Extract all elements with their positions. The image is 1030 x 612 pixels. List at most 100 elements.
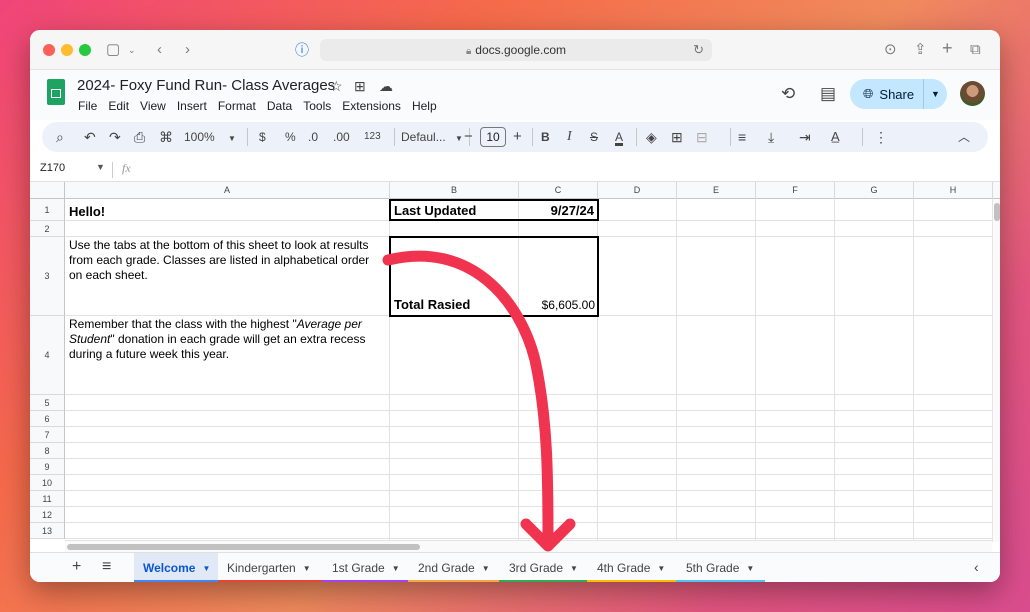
menu-edit[interactable]: Edit [108,99,129,113]
horizontal-scrollbar[interactable] [65,540,992,552]
version-history-icon[interactable]: ⟲ [781,84,795,104]
download-icon[interactable]: ⊙ [884,40,897,60]
menu-data[interactable]: Data [267,99,292,113]
increase-decimal-button[interactable]: .00 [333,122,350,152]
cell-a4-line1[interactable]: Remember that the class with the highest… [69,317,362,332]
share-page-icon[interactable]: ⇪ [914,40,927,60]
decrease-decimal-button[interactable]: .0 [308,122,318,152]
comments-icon[interactable]: ▤ [820,84,836,104]
move-folder-icon[interactable]: ⊞ [354,78,366,95]
zoom-select[interactable]: 100% ▼ [184,122,236,152]
column-header-b[interactable]: B [390,182,519,199]
share-button[interactable]: 🌐︎ Share ▼ [850,79,947,109]
row-header-13[interactable]: 13 [30,523,65,539]
column-header-e[interactable]: E [677,182,756,199]
paint-format-icon[interactable]: ⌘ [159,122,173,152]
tab-overview-icon[interactable]: ⧉ [970,40,981,60]
undo-icon[interactable]: ↶ [84,122,96,152]
forward-icon[interactable]: › [185,40,190,60]
all-sheets-icon[interactable]: ≡ [102,558,111,576]
add-sheet-icon[interactable]: + [72,558,81,576]
row-header-5[interactable]: 5 [30,395,65,411]
sheet-tab-1st-grade[interactable]: 1st Grade ▼ [322,553,408,582]
chevron-down-icon[interactable]: ⌄ [128,40,136,60]
chevron-down-icon[interactable]: ▼ [96,162,105,172]
collapse-sidebar-icon[interactable]: ‹ [974,559,979,575]
cell-a3-line2[interactable]: from each grade. Classes are listed in a… [69,253,369,268]
menu-extensions[interactable]: Extensions [342,99,401,113]
row-header-7[interactable]: 7 [30,427,65,443]
menu-file[interactable]: File [78,99,97,113]
row-header-2[interactable]: 2 [30,221,65,237]
sheets-logo-icon[interactable] [47,79,65,105]
sheet-tab-kindergarten[interactable]: Kindergarten ▼ [218,553,322,582]
font-select[interactable]: Defaul... ▼ [401,122,463,152]
column-header-c[interactable]: C [519,182,598,199]
sheet-tab-5th-grade[interactable]: 5th Grade ▼ [676,553,765,582]
back-icon[interactable]: ‹ [157,40,162,60]
reload-icon[interactable]: ↻ [693,39,704,61]
zoom-window-button[interactable] [79,44,91,56]
name-box[interactable]: Z170 [40,162,65,174]
cell-a1[interactable]: Hello! [69,204,105,219]
text-wrapping-icon[interactable]: ⇥ [799,122,811,152]
vertical-scrollbar[interactable] [992,199,1000,542]
star-icon[interactable]: ☆ [330,78,343,95]
row-header-1[interactable]: 1 [30,199,65,221]
percent-format-button[interactable]: % [285,122,296,152]
cell-b1[interactable]: Last Updated [394,203,476,218]
menu-tools[interactable]: Tools [303,99,331,113]
column-header-a[interactable]: A [65,182,390,199]
strikethrough-button[interactable]: S [590,122,598,152]
column-header-g[interactable]: G [835,182,914,199]
row-header-12[interactable]: 12 [30,507,65,523]
sheet-tab-welcome[interactable]: Welcome ▼ [134,553,218,582]
address-bar[interactable]: 🔒︎ docs.google.com ↻ [320,39,712,61]
currency-format-button[interactable]: $ [259,122,266,152]
cell-a4-line3[interactable]: during a future week this year. [69,347,229,362]
cell-a3-line1[interactable]: Use the tabs at the bottom of this sheet… [69,238,369,253]
horizontal-align-icon[interactable]: ≡ [738,122,746,152]
bold-button[interactable]: B [541,122,550,152]
minimize-window-button[interactable] [61,44,73,56]
number-format-button[interactable]: 123 [364,122,381,152]
menu-help[interactable]: Help [412,99,437,113]
sidebar-icon[interactable]: ▢ [106,40,120,60]
row-header-9[interactable]: 9 [30,459,65,475]
menu-insert[interactable]: Insert [177,99,207,113]
row-header-6[interactable]: 6 [30,411,65,427]
row-header-3[interactable]: 3 [30,237,65,316]
borders-icon[interactable]: ⊞ [671,122,683,152]
decrease-font-size-button[interactable]: − [464,122,473,152]
vertical-scroll-thumb[interactable] [994,203,1000,221]
sheet-tab-4th-grade[interactable]: 4th Grade ▼ [587,553,676,582]
sheet-tab-2nd-grade[interactable]: 2nd Grade ▼ [408,553,499,582]
text-rotation-icon[interactable]: A̲ [831,122,840,152]
row-header-8[interactable]: 8 [30,443,65,459]
sheet-tab-3rd-grade[interactable]: 3rd Grade ▼ [499,553,587,582]
horizontal-scroll-thumb[interactable] [67,544,420,550]
vertical-align-icon[interactable]: ⤓ [768,122,774,152]
new-tab-icon[interactable]: + [942,38,953,58]
column-header-f[interactable]: F [756,182,835,199]
collapse-toolbar-icon[interactable]: ︿ [958,122,970,152]
font-size-input[interactable]: 10 [480,127,506,147]
column-header-h[interactable]: H [914,182,993,199]
password-manager-icon[interactable]: ⓘ [295,40,309,60]
text-color-button[interactable]: A [615,122,623,152]
share-dropdown-icon[interactable]: ▼ [923,79,947,109]
cell-c3[interactable]: $6,605.00 [510,298,595,313]
fill-color-icon[interactable]: ◈ [646,122,657,152]
cloud-saved-icon[interactable]: ☁ [379,78,393,95]
close-window-button[interactable] [43,44,55,56]
redo-icon[interactable]: ↷ [109,122,121,152]
column-header-d[interactable]: D [598,182,677,199]
increase-font-size-button[interactable]: + [513,122,522,152]
select-all-corner[interactable] [30,182,65,199]
more-options-icon[interactable]: ⋮ [874,122,888,152]
row-header-10[interactable]: 10 [30,475,65,491]
document-title[interactable]: 2024- Foxy Fund Run- Class Averages [77,77,335,94]
menu-format[interactable]: Format [218,99,256,113]
cell-b3[interactable]: Total Rasied [394,297,470,312]
row-header-11[interactable]: 11 [30,491,65,507]
